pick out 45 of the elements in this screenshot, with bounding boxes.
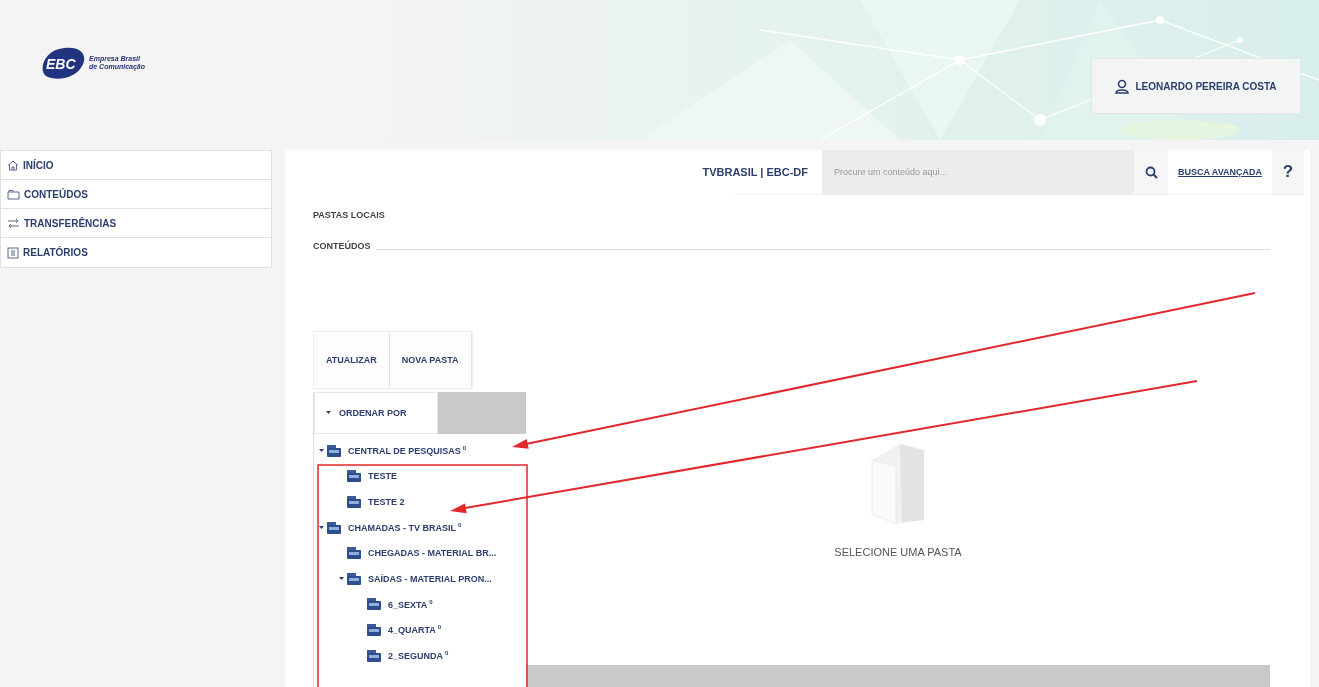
folder-label[interactable]: CHAMADAS - TV BRASIL $^{0}$ [348, 522, 462, 534]
section-title: CONTEÚDOS [313, 241, 371, 251]
sidebar-item[interactable]: CONTEÚDOS [1, 180, 271, 209]
sidebar-item[interactable]: INÍCIO [1, 151, 271, 180]
sidebar-label[interactable]: TRANSFERÊNCIAS [24, 217, 117, 229]
folder-label[interactable]: CENTRAL DE PESQUISAS $^{0}$ [348, 445, 467, 457]
folder-label[interactable]: CHEGADAS - MATERIAL BR... [368, 548, 497, 559]
folder-label[interactable]: SAÍDAS - MATERIAL PRON... [368, 573, 492, 584]
empty-message: SELECIONE UMA PASTA [834, 546, 962, 558]
home-icon [7, 159, 19, 171]
folder-icon [326, 520, 342, 535]
user-icon [1115, 78, 1130, 94]
sidebar-label[interactable]: RELATÓRIOS [23, 247, 88, 258]
sidebar-label[interactable]: INÍCIO [23, 159, 54, 171]
folder-icon [346, 546, 362, 561]
folder-label[interactable]: 6_SEXTA $^{0}$ [388, 598, 433, 610]
folder-icon [366, 622, 382, 637]
folder-label[interactable]: 2_SEGUNDA $^{0}$ [388, 650, 449, 662]
help-button[interactable]: ? [1272, 150, 1304, 194]
folder-label[interactable]: TESTE 2 [368, 497, 405, 507]
folder-icon [7, 188, 20, 200]
advanced-search-link[interactable]: BUSCA AVANÇADA [1178, 167, 1262, 177]
caret-icon[interactable] [318, 447, 326, 454]
caret-icon[interactable] [338, 575, 346, 582]
search-button[interactable] [1134, 150, 1168, 194]
search-icon [1144, 165, 1158, 179]
folder-icon [366, 648, 382, 663]
search-field[interactable]: Procure um conteúdo aqui... [822, 150, 1134, 194]
transfer-icon [7, 217, 20, 229]
sidebar-item[interactable]: RELATÓRIOS [1, 238, 271, 267]
folder-label[interactable]: 4_QUARTA $^{0}$ [388, 624, 442, 636]
folder-icon [346, 469, 362, 484]
sidebar-label[interactable]: CONTEÚDOS [24, 188, 88, 200]
user-button[interactable]: LEONARDO PEREIRA COSTA [1091, 58, 1301, 114]
sidebar-item[interactable]: TRANSFERÊNCIAS [1, 209, 271, 238]
folder-label[interactable]: TESTE [368, 471, 397, 482]
folder-icon [346, 495, 362, 509]
folder-icon [346, 571, 362, 586]
folder-icon [366, 597, 382, 612]
folder-icon [326, 443, 342, 458]
site-label: TVBRASIL | EBC-DF [702, 166, 808, 178]
sort-button[interactable]: ORDENAR POR [314, 392, 438, 434]
caret-icon[interactable] [318, 524, 326, 531]
section-title: PASTAS LOCAIS [313, 210, 385, 220]
report-icon [7, 246, 19, 259]
